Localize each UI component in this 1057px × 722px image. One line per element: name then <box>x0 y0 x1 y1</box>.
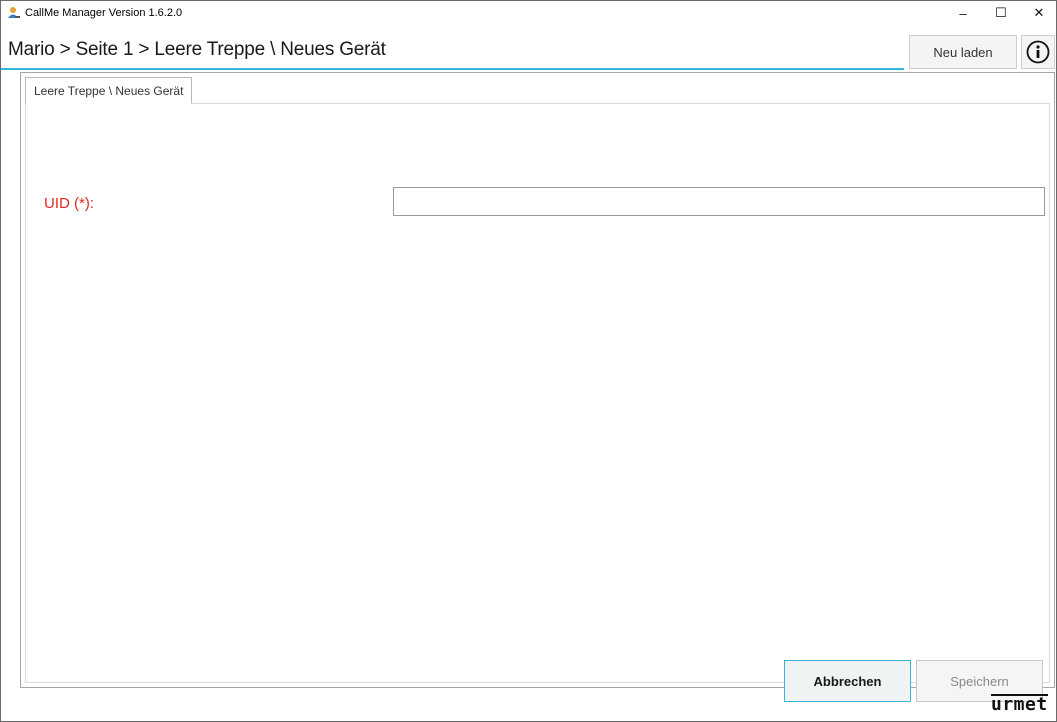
close-button[interactable]: ✕ <box>1022 1 1056 25</box>
page-header: Mario > Seite 1 > Leere Treppe \ Neues G… <box>1 34 1056 70</box>
main-panel: Leere Treppe \ Neues Gerät UID (*): Abbr… <box>20 72 1055 702</box>
window-title: CallMe Manager Version 1.6.2.0 <box>25 7 183 19</box>
app-user-icon <box>8 7 20 18</box>
reload-button[interactable]: Neu laden <box>909 35 1017 69</box>
uid-input[interactable] <box>393 187 1045 216</box>
breadcrumb: Mario > Seite 1 > Leere Treppe \ Neues G… <box>8 39 386 60</box>
tab-neues-geraet[interactable]: Leere Treppe \ Neues Gerät <box>25 77 193 104</box>
cancel-button[interactable]: Abbrechen <box>784 660 911 702</box>
tab-content: UID (*): Abbrechen Speichern <box>25 103 1050 702</box>
uid-label: UID (*): <box>44 195 94 212</box>
minimize-button[interactable]: – <box>946 1 980 25</box>
info-icon <box>1026 40 1050 64</box>
urmet-logo: urmet <box>991 694 1048 715</box>
info-button[interactable] <box>1021 35 1055 69</box>
maximize-button[interactable]: ☐ <box>984 1 1018 25</box>
title-bar: CallMe Manager Version 1.6.2.0 – ☐ ✕ <box>1 1 1056 25</box>
app-window: CallMe Manager Version 1.6.2.0 – ☐ ✕ Mar… <box>0 0 1057 722</box>
header-underline <box>1 68 904 70</box>
